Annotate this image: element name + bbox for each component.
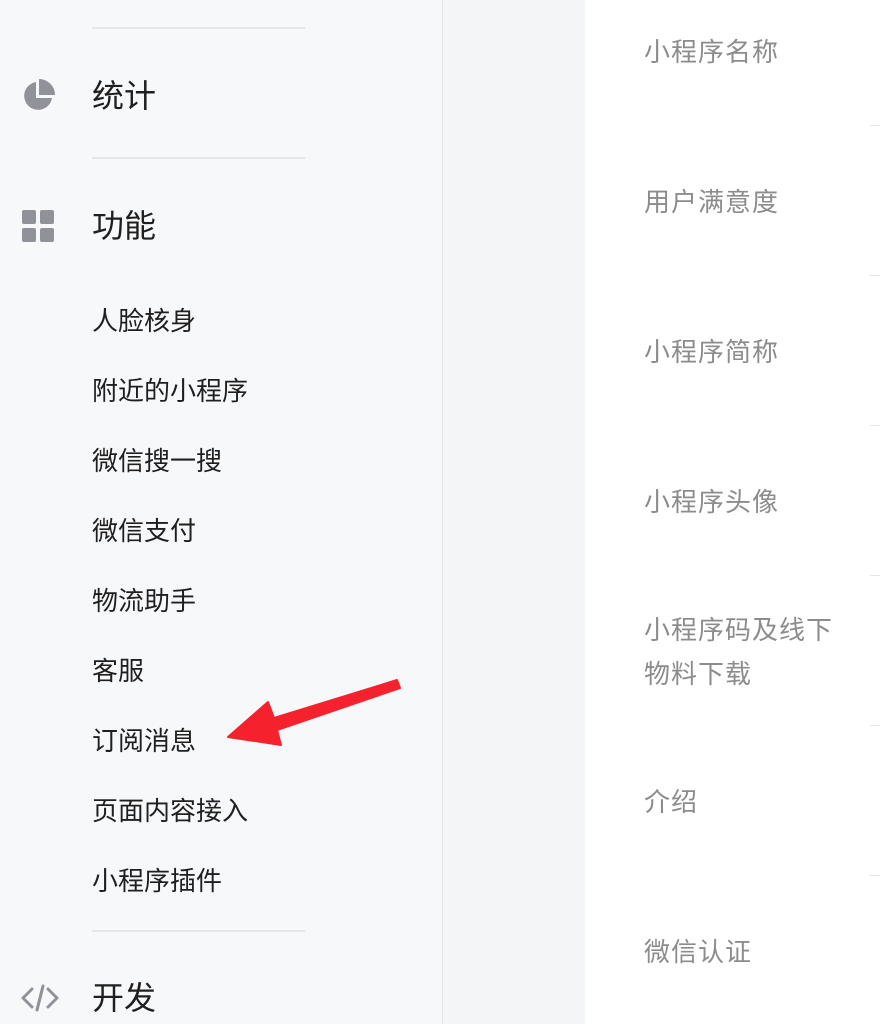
sidebar-item-subscribe-messages[interactable]: 订阅消息 — [92, 724, 196, 760]
sidebar-item-logistics[interactable]: 物流助手 — [92, 584, 196, 620]
sidebar-section-label: 功能 — [92, 207, 157, 245]
sidebar: 统计 功能 人脸核身 附近的小程序 微信搜一搜 微信支付 物流助手 客服 订阅消… — [0, 0, 443, 1024]
sidebar-divider — [92, 27, 305, 29]
field-label-miniprogram-name: 小程序名称 — [644, 38, 780, 68]
field-label-avatar: 小程序头像 — [644, 488, 780, 518]
field-label-short-name: 小程序简称 — [644, 338, 780, 368]
sidebar-item-plugins[interactable]: 小程序插件 — [92, 864, 222, 900]
row-separator — [870, 425, 880, 426]
settings-panel: 小程序名称 用户满意度 小程序简称 小程序头像 小程序码及线下物料下载 介绍 微… — [586, 0, 880, 1024]
row-separator — [870, 875, 880, 876]
sidebar-item-wechat-search[interactable]: 微信搜一搜 — [92, 444, 222, 480]
page: 统计 功能 人脸核身 附近的小程序 微信搜一搜 微信支付 物流助手 客服 订阅消… — [0, 0, 880, 1024]
pie-chart-icon — [20, 78, 56, 114]
row-separator — [870, 275, 880, 276]
sidebar-divider — [92, 930, 305, 932]
sidebar-section-stats[interactable]: 统计 — [0, 68, 442, 124]
field-label-user-satisfaction: 用户满意度 — [644, 188, 780, 218]
sidebar-item-face-verify[interactable]: 人脸核身 — [92, 304, 196, 340]
sidebar-item-wechat-pay[interactable]: 微信支付 — [92, 514, 196, 550]
row-separator — [870, 125, 880, 126]
sidebar-item-page-content[interactable]: 页面内容接入 — [92, 794, 248, 830]
field-label-qrcode-download: 小程序码及线下物料下载 — [644, 616, 834, 690]
row-separator — [870, 575, 880, 576]
sidebar-section-features[interactable]: 功能 — [0, 198, 442, 254]
sidebar-section-label: 统计 — [92, 77, 157, 115]
sidebar-section-dev[interactable]: 开发 — [0, 970, 442, 1024]
code-icon — [20, 980, 59, 1016]
field-label-intro: 介绍 — [644, 788, 699, 818]
field-label-wechat-verification: 微信认证 — [644, 938, 753, 968]
row-separator — [870, 725, 880, 726]
sidebar-section-label: 开发 — [92, 979, 157, 1017]
grid-icon — [20, 208, 56, 244]
sidebar-divider — [92, 157, 305, 159]
sidebar-item-customer-service[interactable]: 客服 — [92, 654, 144, 690]
sidebar-item-nearby-miniprogram[interactable]: 附近的小程序 — [92, 374, 248, 410]
content-gutter — [443, 0, 585, 1024]
